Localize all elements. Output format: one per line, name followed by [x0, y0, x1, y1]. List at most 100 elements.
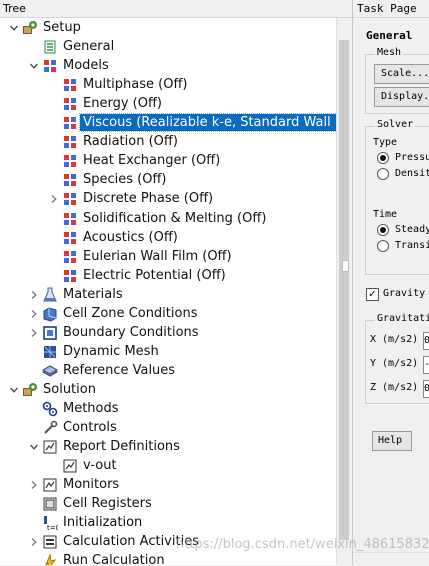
tree-item-reference-values[interactable]: Reference Values — [0, 361, 336, 380]
watermark-text: https://blog.csdn.net/weixin_48615832 — [176, 537, 429, 552]
materials-icon — [42, 287, 58, 303]
model-icon — [62, 230, 78, 246]
tree-item-label: Models — [63, 58, 109, 74]
tree-item-label: Setup — [43, 20, 81, 35]
solver-group-label: Solver — [375, 119, 416, 130]
chevron-right-icon[interactable] — [28, 289, 40, 301]
methods-icon — [42, 401, 58, 417]
tree-item-electric-potential-off[interactable]: Electric Potential (Off) — [0, 266, 336, 285]
gravity-y-field[interactable]: - — [423, 356, 429, 374]
tree-item-boundary-conditions[interactable]: Boundary Conditions — [0, 323, 336, 342]
chevron-down-icon[interactable] — [28, 60, 40, 72]
tree-item-monitors[interactable]: Monitors — [0, 475, 336, 494]
controls-icon — [42, 420, 58, 436]
tree-item-cell-zone-conditions[interactable]: Cell Zone Conditions — [0, 304, 336, 323]
tree-item-setup[interactable]: Setup — [0, 18, 336, 37]
gravity-z-field[interactable]: 0 — [423, 380, 429, 398]
transient-label: Transient — [395, 240, 429, 251]
tree-item-controls[interactable]: Controls — [0, 418, 336, 437]
tree-item-label: Heat Exchanger (Off) — [83, 153, 221, 169]
svg-text:t=0: t=0 — [47, 524, 58, 531]
model-icon — [62, 191, 78, 207]
tree-item-acoustics-off[interactable]: Acoustics (Off) — [0, 228, 336, 247]
tree-item-label: Reference Values — [63, 362, 176, 378]
outline-tree-panel: Tree Setup General Models Multiphase (Off) E… — [0, 0, 353, 565]
tree-item-label: Boundary Conditions — [63, 324, 199, 340]
tree-item-initialization[interactable]: t=0 Initialization — [0, 513, 336, 532]
steady-label: Steady — [395, 224, 429, 235]
calculation-activities-icon — [42, 534, 58, 550]
scrollbar-thumb[interactable] — [339, 40, 349, 540]
tree-item-eulerian-wall-film-off[interactable]: Eulerian Wall Film (Off) — [0, 247, 336, 266]
model-icon — [62, 268, 78, 284]
chevron-right-icon[interactable] — [28, 479, 40, 491]
monitors-icon — [42, 477, 58, 493]
tree-item-species-off[interactable]: Species (Off) — [0, 170, 336, 189]
tree-item-solution[interactable]: Solution — [0, 380, 336, 399]
tree-item-methods[interactable]: Methods — [0, 399, 336, 418]
density-based-radio[interactable] — [377, 168, 389, 180]
tree-item-label: Solution — [43, 381, 96, 397]
display-button[interactable]: Display... — [374, 87, 429, 107]
tree-item-label: Energy (Off) — [83, 96, 162, 112]
tree-item-label: Discrete Phase (Off) — [83, 191, 214, 207]
task-horizontal-scrollbar[interactable] — [353, 552, 429, 566]
report-icon — [42, 439, 58, 455]
tree-item-general[interactable]: General — [0, 37, 336, 56]
tree-item-label: Acoustics (Off) — [83, 229, 178, 245]
solver-time-label: Time — [373, 209, 398, 220]
tree-item-heat-exchanger-off[interactable]: Heat Exchanger (Off) — [0, 151, 336, 170]
chevron-down-icon[interactable] — [28, 441, 40, 453]
tree-item-label: Monitors — [63, 477, 120, 493]
chevron-down-icon[interactable] — [8, 22, 20, 34]
task-page-panel: Task Page General Mesh Scale... Display.… — [353, 0, 429, 565]
tree-item-viscous-realizable-k-e-standard-wall-fn[interactable]: Viscous (Realizable k-e, Standard Wall F… — [0, 113, 352, 133]
tree-item-label: Initialization — [63, 515, 143, 531]
pressure-based-radio[interactable] — [377, 152, 389, 164]
tree-item-cell-registers[interactable]: Cell Registers — [0, 494, 336, 513]
tree-item-label: Report Definitions — [63, 439, 180, 455]
scale-button[interactable]: Scale... — [374, 64, 429, 84]
model-icon — [62, 96, 78, 112]
tree-item-label: Materials — [63, 286, 123, 302]
tree-item-report-definitions[interactable]: Report Definitions — [0, 437, 336, 456]
tree-panel-header: Tree — [0, 0, 352, 18]
chevron-right-icon[interactable] — [28, 536, 40, 548]
chevron-right-icon[interactable] — [28, 308, 40, 320]
tree-item-label: Cell Zone Conditions — [63, 305, 198, 321]
help-button[interactable]: Help — [372, 431, 412, 451]
chevron-right-icon[interactable] — [48, 193, 60, 205]
tree-item-solidification-melting-off[interactable]: Solidification & Melting (Off) — [0, 209, 336, 228]
steady-radio[interactable] — [377, 224, 389, 236]
boundary-icon — [42, 325, 58, 341]
tree-item-materials[interactable]: Materials — [0, 285, 336, 304]
transient-radio[interactable] — [377, 240, 389, 252]
run-calculation-icon — [42, 553, 58, 565]
cell-registers-icon — [42, 496, 58, 512]
tree-item-radiation-off[interactable]: Radiation (Off) — [0, 132, 336, 151]
tree-item-multiphase-off[interactable]: Multiphase (Off) — [0, 75, 336, 94]
model-icon — [62, 115, 78, 131]
chevron-down-icon[interactable] — [8, 384, 20, 396]
tree-item-label: Radiation (Off) — [83, 134, 178, 150]
tree-vertical-scrollbar[interactable] — [336, 18, 352, 565]
tree-item-run-calculation[interactable]: Run Calculation — [0, 551, 336, 565]
tree-item-v-out[interactable]: v-out — [0, 456, 336, 475]
tree-item-label: Controls — [63, 420, 117, 436]
general-icon — [42, 39, 58, 55]
gravity-checkbox[interactable]: ✓ — [366, 288, 379, 301]
tree-item-discrete-phase-off[interactable]: Discrete Phase (Off) — [0, 189, 336, 208]
tree-item-label: Cell Registers — [63, 496, 152, 512]
report-item-icon — [62, 458, 78, 474]
chevron-right-icon[interactable] — [28, 327, 40, 339]
tree-item-label: Viscous (Realizable k-e, Standard Wall F… — [79, 113, 352, 133]
scrollbar-grip-icon — [342, 260, 349, 272]
pressure-based-label: Pressure-Based — [395, 152, 429, 163]
tree-item-label: Run Calculation — [63, 553, 165, 565]
model-icon — [62, 211, 78, 227]
tree-item-energy-off[interactable]: Energy (Off) — [0, 94, 336, 113]
gravity-x-field[interactable]: 0 — [423, 332, 429, 350]
model-icon — [62, 153, 78, 169]
tree-item-models[interactable]: Models — [0, 56, 336, 75]
tree-item-dynamic-mesh[interactable]: Dynamic Mesh — [0, 342, 336, 361]
